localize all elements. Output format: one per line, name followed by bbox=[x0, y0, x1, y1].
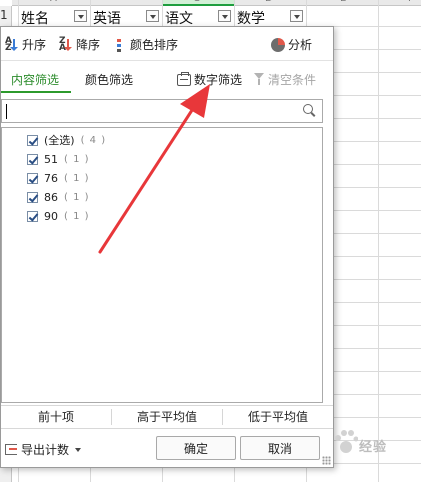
list-item-86[interactable]: 86 ( 1 ) bbox=[27, 189, 90, 205]
filter-dropdown-math[interactable] bbox=[290, 10, 303, 22]
column-letter-a: A bbox=[50, 0, 57, 4]
analysis-label: 分析 bbox=[288, 38, 313, 52]
number-filter-icon bbox=[177, 71, 191, 86]
number-filter-button[interactable]: 数字筛选 bbox=[177, 71, 242, 88]
filter-tabs: 内容筛选 颜色筛选 数字筛选 清空条件 bbox=[1, 61, 333, 95]
search-box[interactable] bbox=[1, 99, 323, 123]
sort-descending-label: 降序 bbox=[76, 38, 101, 52]
list-item-76[interactable]: 76 ( 1 ) bbox=[27, 170, 90, 186]
checkbox[interactable] bbox=[27, 172, 38, 184]
paw-icon bbox=[335, 430, 358, 453]
column-letter-d: D bbox=[265, 0, 273, 4]
column-letter-f: F bbox=[408, 0, 414, 4]
list-item-label: 51 bbox=[44, 152, 58, 166]
clear-conditions-label: 清空条件 bbox=[268, 73, 317, 87]
search-input[interactable] bbox=[6, 102, 296, 120]
pie-chart-icon bbox=[271, 37, 285, 52]
filter-dropdown-name[interactable] bbox=[74, 10, 87, 22]
filter-dropdown-english[interactable] bbox=[146, 10, 159, 22]
list-item-label: 86 bbox=[44, 190, 58, 204]
color-sort-label: 颜色排序 bbox=[130, 38, 179, 52]
color-sort-icon bbox=[113, 38, 127, 52]
color-sort-button[interactable]: 颜色排序 bbox=[113, 36, 178, 53]
below-average-button[interactable]: 低于平均值 bbox=[223, 406, 333, 428]
watermark-logo: 经验 bbox=[334, 428, 404, 468]
list-item-label: 90 bbox=[44, 209, 58, 223]
checkbox[interactable] bbox=[27, 153, 38, 165]
number-filter-label: 数字筛选 bbox=[194, 73, 243, 87]
list-item-count: ( 1 ) bbox=[64, 191, 90, 203]
top-ten-button[interactable]: 前十项 bbox=[1, 406, 111, 428]
header-cell-english: 英语 bbox=[93, 11, 121, 27]
export-count-label: 导出计数 bbox=[21, 443, 70, 457]
row-number-1: 1 bbox=[0, 8, 8, 22]
checkbox[interactable] bbox=[27, 134, 38, 146]
popup-footer: 导出计数 确定 取消 bbox=[1, 431, 333, 467]
list-item-label: 76 bbox=[44, 171, 58, 185]
export-count-button[interactable]: 导出计数 bbox=[5, 441, 82, 458]
export-icon bbox=[5, 444, 17, 455]
chevron-down-icon bbox=[75, 447, 82, 452]
list-item-count: ( 1 ) bbox=[64, 210, 90, 222]
clear-conditions-button[interactable]: 清空条件 bbox=[253, 71, 316, 88]
sort-ascending-button[interactable]: AZ 升序 bbox=[5, 36, 46, 53]
filter-dropdown-chinese[interactable] bbox=[218, 10, 231, 22]
text-caret bbox=[6, 104, 7, 119]
resize-grip[interactable] bbox=[322, 456, 331, 465]
cancel-button[interactable]: 取消 bbox=[240, 436, 320, 460]
watermark-text: 经验 bbox=[359, 440, 388, 455]
sort-descending-icon: ZA bbox=[59, 36, 73, 52]
analysis-button[interactable]: 分析 bbox=[271, 36, 312, 53]
search-icon[interactable] bbox=[303, 104, 316, 117]
list-item-label: (全选) bbox=[44, 134, 75, 147]
header-cell-chinese: 语文 bbox=[165, 11, 193, 27]
header-cell-name: 姓名 bbox=[21, 11, 49, 27]
sort-descending-button[interactable]: ZA 降序 bbox=[59, 36, 100, 53]
tab-color-filter[interactable]: 颜色筛选 bbox=[85, 71, 133, 88]
checkbox[interactable] bbox=[27, 191, 38, 203]
list-item-select-all[interactable]: (全选) ( 4 ) bbox=[27, 132, 106, 148]
quick-filter-bar: 前十项 高于平均值 低于平均值 bbox=[1, 405, 333, 429]
checkbox[interactable] bbox=[27, 210, 38, 222]
clear-filter-icon bbox=[253, 73, 265, 86]
list-item-90[interactable]: 90 ( 1 ) bbox=[27, 208, 90, 224]
filter-popup: AZ 升序 ZA 降序 颜色排序 分析 内容筛选 颜色筛选 数字筛选 清空条件 … bbox=[0, 26, 334, 468]
sort-toolbar: AZ 升序 ZA 降序 颜色排序 分析 bbox=[1, 27, 333, 61]
above-average-button[interactable]: 高于平均值 bbox=[112, 406, 222, 428]
ok-button[interactable]: 确定 bbox=[156, 436, 236, 460]
column-letter-c: C bbox=[193, 0, 200, 4]
list-item-count: ( 1 ) bbox=[64, 153, 90, 165]
list-item-count: ( 4 ) bbox=[80, 134, 107, 146]
tab-content-filter[interactable]: 内容筛选 bbox=[11, 71, 59, 88]
sort-ascending-icon: AZ bbox=[5, 36, 19, 52]
list-item-51[interactable]: 51 ( 1 ) bbox=[27, 151, 90, 167]
value-list: (全选) ( 4 ) 51 ( 1 ) 76 ( 1 ) 86 ( 1 ) 90… bbox=[1, 127, 323, 403]
header-cell-math: 数学 bbox=[237, 11, 265, 27]
sort-ascending-label: 升序 bbox=[22, 38, 47, 52]
column-letter-e: E bbox=[340, 0, 346, 4]
list-item-count: ( 1 ) bbox=[64, 172, 90, 184]
active-tab-underline bbox=[1, 91, 71, 93]
